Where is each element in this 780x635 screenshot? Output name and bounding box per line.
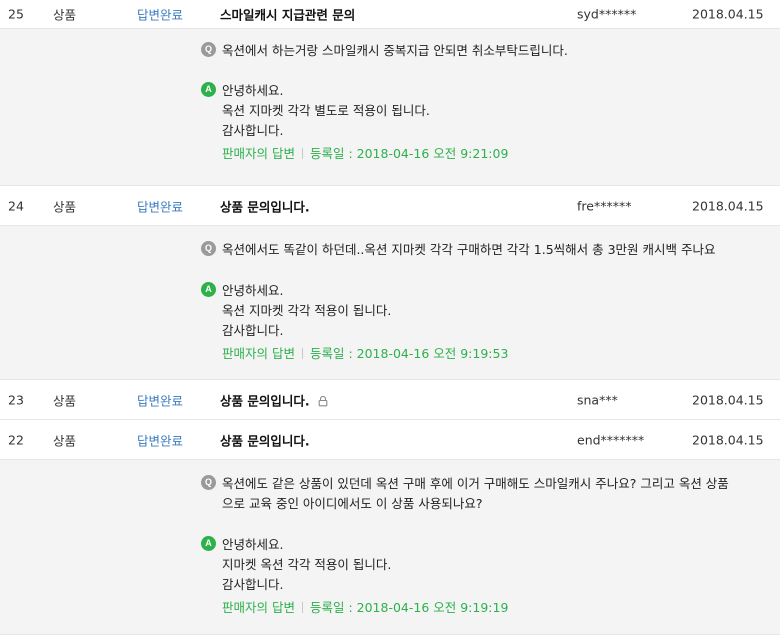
status-badge: 답변완료 <box>137 433 184 448</box>
answer-meta: 판매자의 답변 등록일 : 2018-04-16 오전 9:19:53 <box>201 344 768 364</box>
answer-block: A 안녕하세요. 옥션 지마켓 각각 적용이 됩니다. 감사합니다. 판매자의 … <box>201 281 768 364</box>
row-user: syd****** <box>577 6 637 22</box>
registered-date: 등록일 : 2018-04-16 오전 9:21:09 <box>309 146 509 161</box>
row-date: 2018.04.15 <box>692 198 764 213</box>
row-date: 2018.04.15 <box>692 6 764 22</box>
question-badge: Q <box>201 42 216 57</box>
row-category: 상품 <box>53 393 77 408</box>
answer-text: 감사합니다. <box>222 577 284 592</box>
row-date: 2018.04.15 <box>692 392 764 407</box>
question-block: Q 옥션에서 하는거랑 스마일캐시 중복지급 안되면 취소부탁드립니다. <box>201 41 768 61</box>
seller-answer-label: 판매자의 답변 <box>222 600 295 615</box>
row-user: fre****** <box>577 198 632 213</box>
lock-icon <box>318 394 328 409</box>
answer-text: 옥션 지마켓 각각 적용이 됩니다. <box>222 303 392 318</box>
answer-block: A 안녕하세요. 지마켓 옥션 각각 적용이 됩니다. 감사합니다. 판매자의 … <box>201 535 768 618</box>
seller-answer-label: 판매자의 답변 <box>222 146 295 161</box>
status-badge: 답변완료 <box>137 393 184 408</box>
question-title-link[interactable]: 상품 문의입니다. <box>220 196 310 215</box>
answer-block: A 안녕하세요. 옥션 지마켓 각각 별도로 적용이 됩니다. 감사합니다. 판… <box>201 81 768 164</box>
answer-text: 옥션 지마켓 각각 별도로 적용이 됩니다. <box>222 103 430 118</box>
divider <box>301 602 303 613</box>
table-row[interactable]: 25 상품 답변완료 스마일캐시 지급관련 문의 syd****** 2018.… <box>0 0 780 29</box>
qa-detail: Q 옥션에서도 똑같이 하던데..옥션 지마켓 각각 구매하면 각각 1.5씩해… <box>0 226 780 380</box>
question-text: 옥션에도 같은 상품이 있던데 옥션 구매 후에 이거 구매해도 스마일캐시 주… <box>222 476 729 491</box>
question-block: Q 옥션에도 같은 상품이 있던데 옥션 구매 후에 이거 구매해도 스마일캐시… <box>201 474 768 514</box>
question-badge: Q <box>201 241 216 256</box>
registered-date: 등록일 : 2018-04-16 오전 9:19:19 <box>309 600 509 615</box>
answer-text: 감사합니다. <box>222 123 284 138</box>
status-badge: 답변완료 <box>137 199 184 214</box>
row-number: 25 <box>8 6 24 22</box>
qna-list: 25 상품 답변완료 스마일캐시 지급관련 문의 syd****** 2018.… <box>0 0 780 635</box>
qa-detail: Q 옥션에도 같은 상품이 있던데 옥션 구매 후에 이거 구매해도 스마일캐시… <box>0 460 780 635</box>
row-category: 상품 <box>53 7 77 23</box>
qa-detail: Q 옥션에서 하는거랑 스마일캐시 중복지급 안되면 취소부탁드립니다. A 안… <box>0 29 780 186</box>
row-user: sna*** <box>577 392 618 407</box>
question-text: 으로 교육 중인 아이디에서도 이 상품 사용되나요? <box>222 496 483 511</box>
divider <box>301 348 303 359</box>
answer-meta: 판매자의 답변 등록일 : 2018-04-16 오전 9:21:09 <box>201 144 768 164</box>
answer-text: 안녕하세요. <box>222 537 284 552</box>
question-title-text: 상품 문의입니다. <box>220 393 310 408</box>
row-category: 상품 <box>53 199 77 214</box>
question-badge: Q <box>201 475 216 490</box>
table-row[interactable]: 22 상품 답변완료 상품 문의입니다. end******* 2018.04.… <box>0 420 780 460</box>
answer-text: 안녕하세요. <box>222 83 284 98</box>
divider <box>301 148 303 159</box>
answer-meta: 판매자의 답변 등록일 : 2018-04-16 오전 9:19:19 <box>201 598 768 618</box>
question-title-link[interactable]: 상품 문의입니다. <box>220 430 310 449</box>
table-row[interactable]: 24 상품 답변완료 상품 문의입니다. fre****** 2018.04.1… <box>0 186 780 226</box>
row-date: 2018.04.15 <box>692 432 764 447</box>
question-text: 옥션에서 하는거랑 스마일캐시 중복지급 안되면 취소부탁드립니다. <box>222 43 568 58</box>
answer-text: 안녕하세요. <box>222 283 284 298</box>
status-badge: 답변완료 <box>137 7 184 23</box>
answer-badge: A <box>201 82 216 97</box>
question-block: Q 옥션에서도 똑같이 하던데..옥션 지마켓 각각 구매하면 각각 1.5씩해… <box>201 240 768 260</box>
row-number: 22 <box>8 432 24 447</box>
table-row[interactable]: 23 상품 답변완료 상품 문의입니다. sna*** 2018.04.15 <box>0 380 780 420</box>
row-user: end******* <box>577 432 645 447</box>
registered-date: 등록일 : 2018-04-16 오전 9:19:53 <box>309 346 509 361</box>
seller-answer-label: 판매자의 답변 <box>222 346 295 361</box>
row-number: 24 <box>8 198 24 213</box>
answer-badge: A <box>201 536 216 551</box>
row-category: 상품 <box>53 433 77 448</box>
question-title-link[interactable]: 스마일캐시 지급관련 문의 <box>220 5 355 24</box>
answer-text: 지마켓 옥션 각각 적용이 됩니다. <box>222 557 392 572</box>
question-text: 옥션에서도 똑같이 하던데..옥션 지마켓 각각 구매하면 각각 1.5씩해서 … <box>222 242 716 257</box>
answer-text: 감사합니다. <box>222 323 284 338</box>
question-title-link[interactable]: 상품 문의입니다. <box>220 390 328 409</box>
row-number: 23 <box>8 392 24 407</box>
answer-badge: A <box>201 282 216 297</box>
